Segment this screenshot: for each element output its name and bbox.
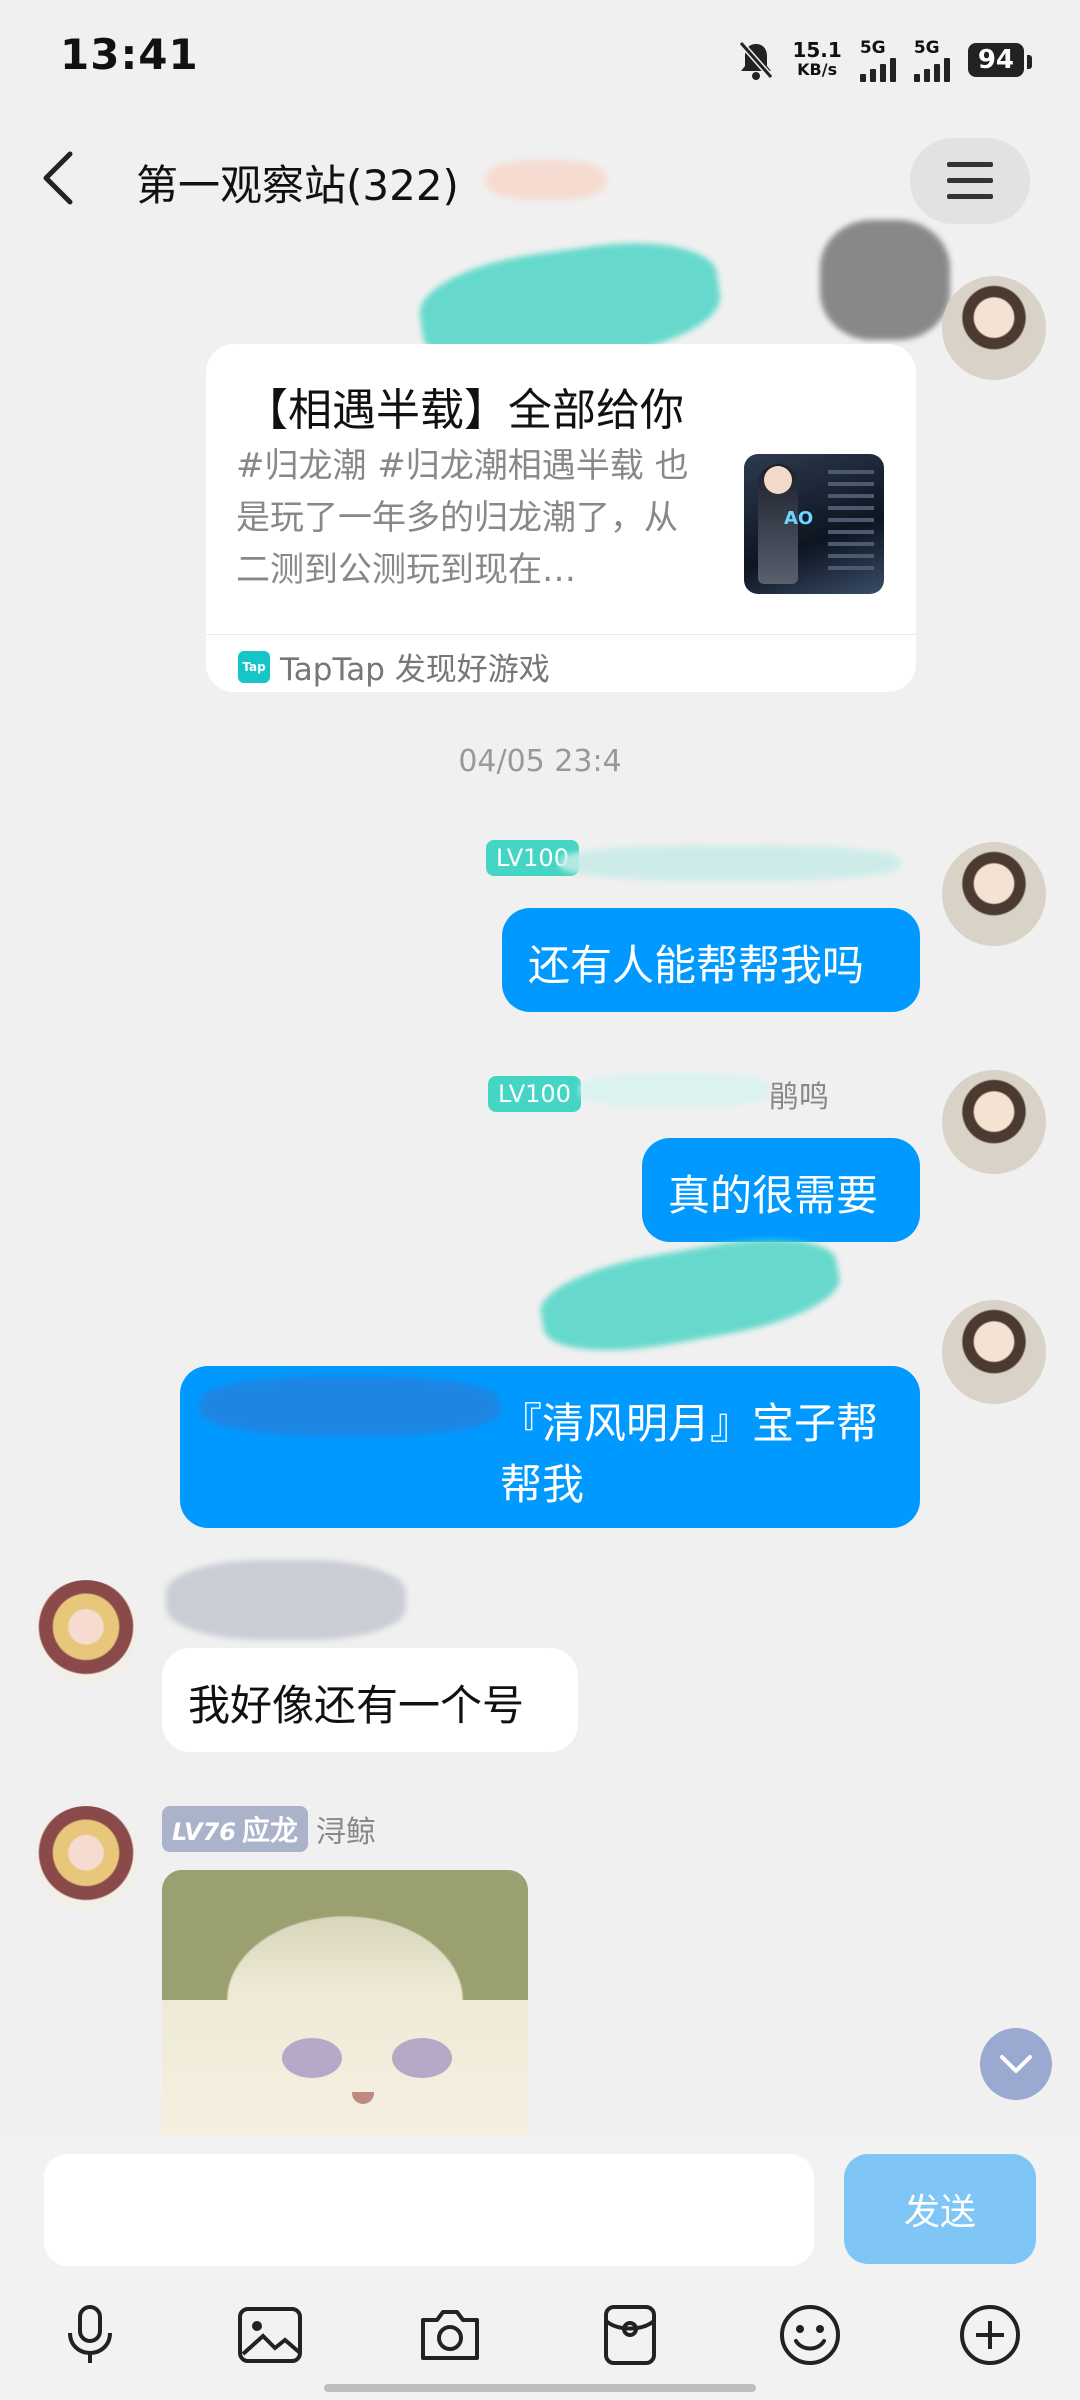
level-number: LV76 xyxy=(172,1818,236,1846)
card-source-label: TapTap 发现好游戏 xyxy=(280,652,550,688)
avatar[interactable] xyxy=(942,1300,1046,1404)
card-source: Tap TapTap 发现好游戏 xyxy=(238,644,550,689)
status-time: 13:41 xyxy=(60,30,199,79)
microphone-icon xyxy=(68,2305,112,2363)
message-bubble[interactable]: 还有人能帮帮我吗 xyxy=(502,908,920,1012)
red-packet-icon xyxy=(604,2305,656,2365)
card-thumb-label: AO xyxy=(784,508,814,529)
sender-label: LV76 应龙 浔鲸 xyxy=(162,1806,376,1852)
plus-icon xyxy=(960,2305,1020,2365)
menu-button[interactable] xyxy=(910,138,1030,224)
chevron-down-icon xyxy=(1000,2055,1032,2073)
send-button[interactable]: 发送 xyxy=(844,2154,1036,2264)
camera-icon xyxy=(421,2310,479,2360)
sim2-signal: 5G xyxy=(913,38,950,82)
home-indicator[interactable] xyxy=(324,2384,756,2392)
redaction-scribble xyxy=(534,1224,846,1366)
hamburger-menu-icon xyxy=(947,162,993,199)
image-button[interactable] xyxy=(230,2295,310,2375)
signal-icon xyxy=(913,58,950,82)
avatar[interactable] xyxy=(942,276,1046,380)
image-icon xyxy=(238,2307,302,2363)
net-speed-value: 15.1 xyxy=(792,38,842,62)
chat-title[interactable]: 第一观察站(322) xyxy=(136,152,459,213)
mute-bell-icon xyxy=(739,41,774,80)
battery-indicator: 94 xyxy=(967,43,1033,77)
card-divider xyxy=(206,634,916,635)
sim1-signal: 5G xyxy=(859,38,896,82)
sim1-label: 5G xyxy=(859,38,886,58)
emoji-button[interactable] xyxy=(770,2295,850,2375)
avatar[interactable] xyxy=(942,1070,1046,1174)
timestamp: 04/05 23:4 xyxy=(458,744,622,779)
input-toolbar xyxy=(0,2290,1080,2380)
card-title: 【相遇半载】全部给你 xyxy=(244,385,684,436)
message-bubble[interactable]: 我好像还有一个号 xyxy=(162,1648,578,1752)
sender-name: 鹃鸣 xyxy=(768,1080,829,1115)
redaction-scribble xyxy=(200,1376,500,1436)
scroll-to-bottom-button[interactable] xyxy=(980,2028,1052,2100)
sender-name: 浔鲸 xyxy=(315,1815,376,1850)
redaction-scribble xyxy=(166,1560,406,1640)
message-input[interactable] xyxy=(44,2154,814,2266)
message-bubble[interactable]: 真的很需要 xyxy=(642,1138,920,1242)
card-description: #归龙潮 #归龙潮相遇半载 也是玩了一年多的归龙潮了，从二测到公测玩到现在… xyxy=(236,446,689,590)
link-card[interactable]: 【相遇半载】全部给你 #归龙潮 #归龙潮相遇半载 也是玩了一年多的归龙潮了，从二… xyxy=(206,344,916,692)
camera-button[interactable] xyxy=(410,2295,490,2375)
voice-button[interactable] xyxy=(50,2295,130,2375)
net-speed-unit: KB/s xyxy=(797,60,838,79)
redaction-scribble xyxy=(486,160,606,200)
level-badge: LV100 xyxy=(488,1076,581,1112)
red-packet-button[interactable] xyxy=(590,2295,670,2375)
avatar[interactable] xyxy=(34,1806,138,1910)
redaction-scribble xyxy=(820,220,950,340)
redaction-scribble xyxy=(560,845,900,881)
avatar[interactable] xyxy=(942,842,1046,946)
chevron-left-icon xyxy=(43,151,73,205)
redaction-scribble xyxy=(580,1072,770,1108)
status-icons: 15.1 KB/s 5G 5G 94 xyxy=(738,30,1033,90)
signal-icon xyxy=(859,58,896,82)
net-speed: 15.1 KB/s xyxy=(792,40,841,80)
taptap-icon: Tap xyxy=(238,650,270,683)
back-button[interactable] xyxy=(36,148,86,208)
card-thumbnail: AO xyxy=(744,454,884,594)
sim2-label: 5G xyxy=(913,38,940,58)
avatar[interactable] xyxy=(34,1580,138,1684)
message-text: 『清风明月』宝子帮帮我 xyxy=(500,1399,879,1509)
level-title: 应龙 xyxy=(241,1814,298,1847)
level-badge: LV76 应龙 xyxy=(162,1806,308,1852)
more-button[interactable] xyxy=(950,2295,1030,2375)
sticker-image[interactable] xyxy=(162,1870,528,2136)
emoji-icon xyxy=(780,2305,840,2365)
